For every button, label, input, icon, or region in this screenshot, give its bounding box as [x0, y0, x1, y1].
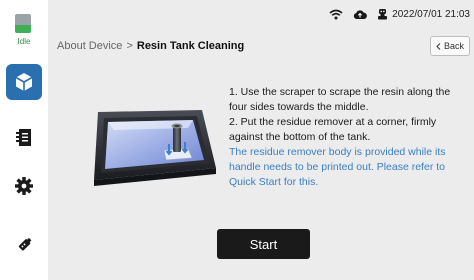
sidebar-item-device[interactable] [6, 64, 42, 100]
breadcrumb-parent[interactable]: About Device [57, 40, 122, 52]
top-status-bar: 2022/07/01 21:03 [48, 0, 474, 28]
instruction-step-2: 2. Put the residue remover at a corner, … [229, 116, 437, 143]
printer-status: Idle [0, 0, 48, 56]
robot-icon [378, 9, 387, 20]
instruction-step-1: 1. Use the scraper to scrape the resin a… [229, 86, 451, 113]
wifi-icon [329, 9, 343, 19]
sidebar-item-settings[interactable] [6, 168, 42, 204]
chevron-left-icon [436, 42, 441, 50]
sidebar-item-usb[interactable] [6, 227, 42, 263]
cloud-icon [353, 9, 367, 19]
start-button[interactable]: Start [217, 229, 310, 259]
breadcrumb-separator: > [126, 40, 133, 52]
status-label: Idle [17, 37, 31, 46]
usb-drive-icon [18, 237, 32, 251]
sidebar-item-files[interactable] [6, 120, 42, 156]
gear-icon [15, 177, 33, 195]
back-label: Back [443, 41, 464, 51]
datetime: 2022/07/01 21:03 [392, 9, 470, 20]
notebook-icon [16, 129, 31, 146]
status-icons [329, 8, 388, 20]
page-title: Resin Tank Cleaning [136, 40, 245, 52]
sidebar: Idle [0, 0, 48, 280]
back-button[interactable]: Back [430, 36, 470, 56]
resin-tank-illustration [94, 110, 216, 186]
printer-status-icon [15, 14, 31, 33]
breadcrumb: About Device > Resin Tank Cleaning [57, 40, 244, 52]
instructions: 1. Use the scraper to scrape the resin a… [229, 85, 469, 190]
cube-icon [15, 73, 33, 91]
instruction-note: The residue remover body is provided whi… [229, 146, 446, 188]
